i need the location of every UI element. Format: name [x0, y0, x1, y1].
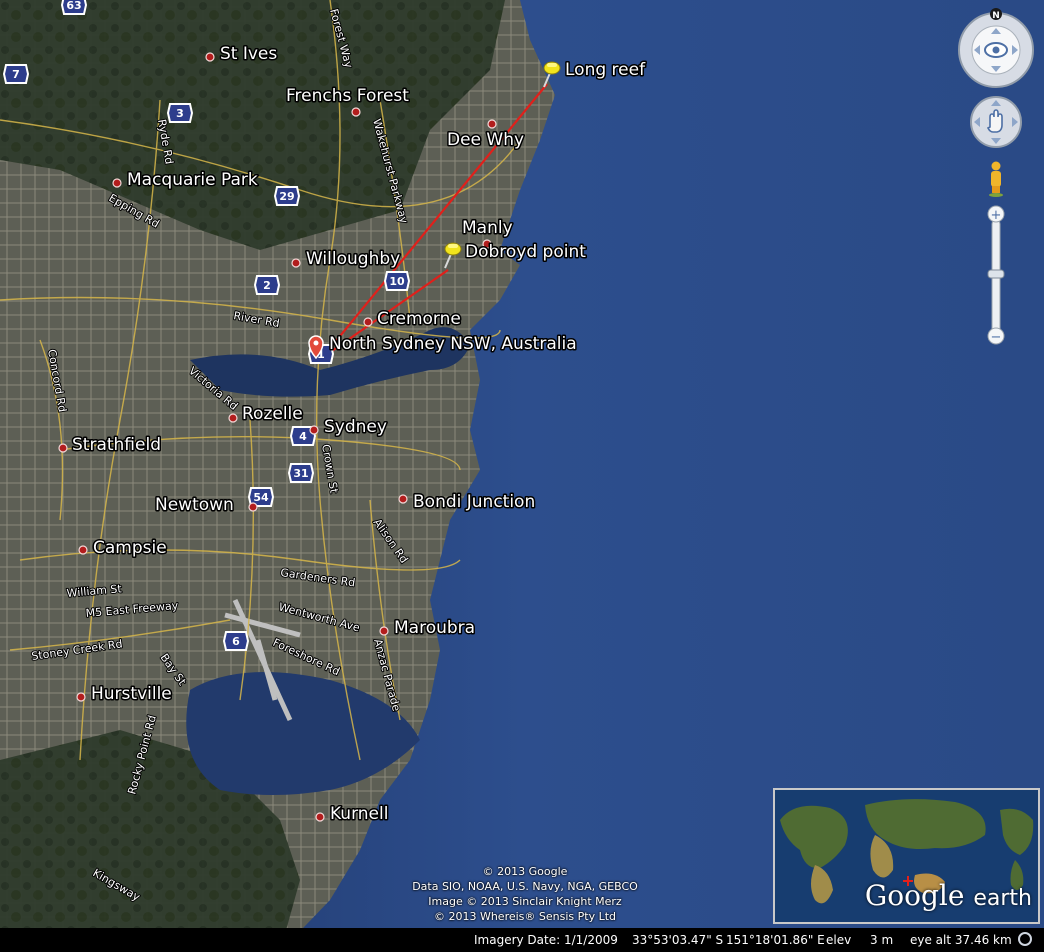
streaming-progress-icon	[1017, 931, 1033, 950]
place-marker[interactable]: Cremorne	[363, 308, 462, 331]
attribution-line: © 2013 Google	[482, 865, 568, 878]
place-label: Bondi Junction	[413, 492, 535, 512]
route-shield-number: 4	[299, 430, 307, 443]
place-dot-icon	[291, 258, 301, 268]
route-shield: 6	[222, 631, 250, 651]
zoom-in-label: +	[991, 208, 1002, 223]
place-label: Hurstville	[91, 684, 172, 704]
place-dot-icon	[315, 812, 325, 822]
north-label: N	[992, 11, 1000, 21]
status-bar: Imagery Date: 1/1/2009 33°53'03.47" S 15…	[0, 928, 1044, 952]
place-label: Macquarie Park	[127, 170, 258, 190]
place-label: Dee Why	[447, 130, 524, 150]
place-dot-icon	[58, 443, 68, 453]
place-dot-icon	[78, 545, 88, 555]
place-label: Maroubra	[394, 618, 475, 638]
pin-label: Long reef	[565, 60, 646, 80]
place-label: Newtown	[155, 495, 234, 515]
place-label: Rozelle	[242, 404, 303, 424]
place-label: Strathfield	[72, 435, 161, 455]
place-marker[interactable]: Bondi Junction	[398, 491, 537, 514]
place-dot-icon	[379, 626, 389, 636]
google-earth-logo: Google earth	[865, 879, 1032, 912]
attribution-line: Data SIO, NOAA, U.S. Navy, NGA, GEBCO	[412, 880, 638, 893]
place-dot-icon	[363, 317, 373, 327]
route-shield-number: 54	[253, 491, 269, 504]
place-label: Willoughby	[306, 249, 400, 269]
route-shield-number: 7	[12, 68, 20, 81]
route-shield-number: 31	[293, 467, 308, 480]
place-marker[interactable]: Campsie	[78, 537, 168, 560]
route-shield: 3	[166, 103, 194, 123]
route-shield: 2	[253, 275, 281, 295]
place-label: Sydney	[324, 417, 387, 437]
place-dot-icon	[398, 494, 408, 504]
place-label: Kurnell	[330, 804, 388, 824]
elevation-label: elev	[826, 933, 852, 947]
longitude-readout: 151°18'01.86" E	[726, 933, 825, 947]
place-dot-icon	[351, 107, 361, 117]
place-label: Frenchs Forest	[286, 86, 409, 106]
place-label: Cremorne	[377, 309, 461, 329]
route-shield: 63	[60, 0, 88, 15]
pin-label: Dobroyd point	[465, 242, 586, 262]
overview-world-map[interactable]: Google earth	[773, 788, 1040, 924]
place-dot-icon	[309, 425, 319, 435]
place-dot-icon	[76, 692, 86, 702]
route-shield-number: 10	[389, 275, 405, 288]
route-shield: 31	[287, 463, 315, 483]
attribution-line: Image © 2013 Sinclair Knight Merz	[428, 895, 622, 908]
route-shield-number: 2	[263, 279, 271, 292]
place-label: St Ives	[220, 44, 277, 64]
place-marker[interactable]: Macquarie Park	[112, 169, 259, 192]
place-marker[interactable]: Maroubra	[379, 617, 477, 640]
logo-earth-text: earth	[973, 886, 1032, 911]
search-result-label: North Sydney NSW, Australia	[329, 334, 577, 354]
imagery-date: Imagery Date: 1/1/2009	[474, 933, 618, 947]
route-shield-number: 6	[232, 635, 240, 648]
place-marker[interactable]: Willoughby	[291, 248, 402, 271]
logo-google-text: Google	[864, 879, 965, 912]
eye-icon	[984, 42, 1008, 58]
place-marker[interactable]: Hurstville	[76, 683, 173, 706]
eye-altitude: eye alt 37.46 km	[910, 933, 1012, 947]
street-view-pegman-icon[interactable]	[989, 161, 1003, 198]
navigation-controls: N + −	[956, 8, 1040, 348]
look-control[interactable]	[958, 12, 1034, 88]
place-dot-icon	[228, 413, 238, 423]
map-attribution: © 2013 Google Data SIO, NOAA, U.S. Navy,…	[380, 864, 670, 924]
place-marker[interactable]: Strathfield	[58, 434, 162, 457]
place-dot-icon	[205, 52, 215, 62]
route-shield-number: 63	[66, 0, 81, 12]
place-dot-icon	[487, 119, 497, 129]
zoom-out-label: −	[991, 330, 1002, 345]
route-shield-number: 29	[279, 190, 294, 203]
route-shield-number: 3	[176, 107, 184, 120]
route-shield: 10	[383, 271, 411, 291]
place-label: Campsie	[93, 538, 167, 558]
move-control[interactable]	[970, 96, 1022, 148]
attribution-line: © 2013 Whereis® Sensis Pty Ltd	[433, 910, 617, 923]
place-label: Manly	[462, 218, 513, 238]
elevation-value: 3 m	[870, 933, 894, 947]
zoom-thumb[interactable]	[987, 269, 1005, 279]
route-shield: 29	[273, 186, 301, 206]
route-shield: 7	[2, 64, 30, 84]
place-dot-icon	[112, 178, 122, 188]
place-dot-icon	[248, 502, 258, 512]
latitude-readout: 33°53'03.47" S	[632, 933, 724, 947]
zoom-slider[interactable]: + −	[987, 205, 1005, 345]
